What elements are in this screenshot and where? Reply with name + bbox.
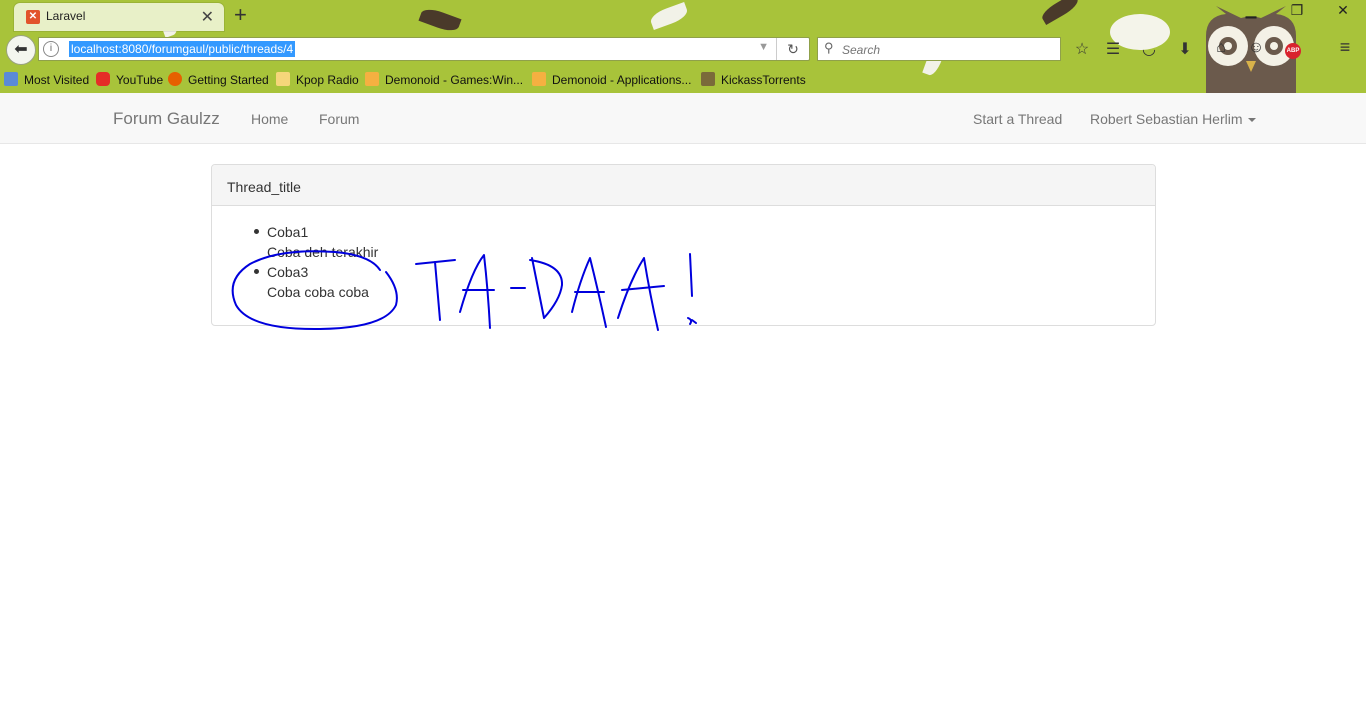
rss-feed-icon xyxy=(532,72,546,86)
xampp-icon: ✕ xyxy=(26,10,40,24)
tab-title: Laravel xyxy=(46,9,86,23)
thread-panel: Thread_title Coba1 Coba deh terakhir Cob… xyxy=(211,164,1156,326)
url-history-dropdown-icon[interactable]: ▼ xyxy=(758,41,769,53)
thread-title: Thread_title xyxy=(212,165,1155,206)
bookmark-youtube[interactable]: YouTube xyxy=(96,72,163,87)
reload-icon[interactable]: ↻ xyxy=(776,38,809,60)
bookmark-demonoid-games[interactable]: Demonoid - Games:Win... xyxy=(365,72,523,87)
bookmark-most-visited[interactable]: Most Visited xyxy=(4,72,89,87)
firefox-icon xyxy=(168,72,182,86)
post-author: Coba1 xyxy=(267,224,309,240)
sync-icon[interactable]: ☺ xyxy=(1246,39,1266,57)
reading-list-icon[interactable]: ☰ xyxy=(1103,39,1123,59)
bookmark-star-icon[interactable]: ☆ xyxy=(1072,39,1092,59)
search-icon: ⚲ xyxy=(824,40,834,55)
post-item: Coba3 Coba coba coba xyxy=(254,262,369,302)
post-item: Coba1 Coba deh terakhir xyxy=(254,222,379,262)
youtube-icon xyxy=(96,72,110,86)
nav-home-link[interactable]: Home xyxy=(251,111,288,127)
post-body: Coba deh terakhir xyxy=(267,244,379,260)
post-author: Coba3 xyxy=(267,264,309,280)
nav-start-thread-link[interactable]: Start a Thread xyxy=(973,111,1062,127)
folder-icon xyxy=(276,72,290,86)
url-text[interactable]: localhost:8080/forumgaul/public/threads/… xyxy=(69,41,296,57)
browser-tab[interactable]: ✕ Laravel ✕ xyxy=(14,3,224,31)
menu-icon[interactable]: ≡ xyxy=(1335,37,1355,58)
back-button[interactable]: ⬅ xyxy=(6,35,36,65)
bullet-icon xyxy=(254,269,259,274)
maximize-button[interactable]: ❐ xyxy=(1282,2,1312,19)
user-name: Robert Sebastian Herlim xyxy=(1090,111,1243,127)
most-visited-icon xyxy=(4,72,18,86)
site-brand[interactable]: Forum Gaulzz xyxy=(113,109,220,129)
bullet-icon xyxy=(254,229,259,234)
bookmark-kpop-radio[interactable]: Kpop Radio xyxy=(276,72,359,87)
user-dropdown[interactable]: Robert Sebastian Herlim xyxy=(1090,111,1256,127)
bookmarks-toolbar: Most Visited YouTube Getting Started Kpo… xyxy=(0,68,1366,93)
bookmark-getting-started[interactable]: Getting Started xyxy=(168,72,269,87)
window-close-button[interactable]: ✕ xyxy=(1328,2,1358,19)
navigation-toolbar: ⬅ i localhost:8080/forumgaul/public/thre… xyxy=(0,31,1366,67)
pocket-icon[interactable]: ◡ xyxy=(1139,39,1159,59)
caret-down-icon xyxy=(1247,118,1256,123)
rss-feed-icon xyxy=(365,72,379,86)
kickass-shield-icon xyxy=(701,72,715,86)
adblock-icon[interactable]: ABP xyxy=(1283,39,1303,59)
browser-chrome: ✕ Laravel ✕ + ▁ ❐ ✕ ⬅ i localhost:8080/f… xyxy=(0,0,1366,93)
minimize-button[interactable]: ▁ xyxy=(1236,2,1266,19)
search-input[interactable] xyxy=(840,40,1054,60)
tab-strip: ✕ Laravel ✕ + ▁ ❐ ✕ xyxy=(0,0,1366,31)
bookmark-kickasstorrents[interactable]: KickassTorrents xyxy=(701,72,806,87)
new-tab-button[interactable]: + xyxy=(234,3,247,27)
downloads-icon[interactable]: ⬇ xyxy=(1175,39,1195,59)
bookmark-demonoid-applications[interactable]: Demonoid - Applications... xyxy=(532,72,691,87)
site-info-icon[interactable]: i xyxy=(43,41,59,57)
close-tab-icon[interactable]: ✕ xyxy=(201,7,214,27)
home-icon[interactable]: ⌂ xyxy=(1211,39,1231,57)
nav-forum-link[interactable]: Forum xyxy=(319,111,359,127)
post-body: Coba coba coba xyxy=(267,284,369,300)
search-bar[interactable]: ⚲ xyxy=(817,37,1061,61)
url-bar[interactable]: i localhost:8080/forumgaul/public/thread… xyxy=(38,37,810,61)
site-navbar: Forum Gaulzz Home Forum Start a Thread R… xyxy=(0,93,1366,144)
